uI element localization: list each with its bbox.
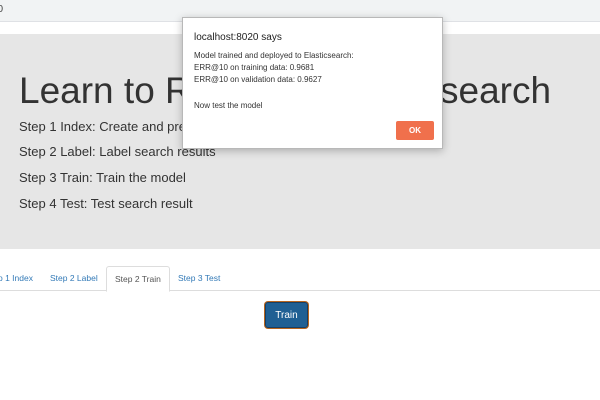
page-title-tail: search <box>440 70 552 111</box>
dialog-title: localhost:8020 says <box>194 32 282 43</box>
tab-step-3-test[interactable]: Step 3 Test <box>170 266 228 291</box>
page-title: Learn to R <box>19 70 192 111</box>
train-button[interactable]: Train <box>265 302 308 328</box>
step-index-text: Step 1 Index: Create and prepa <box>19 119 201 134</box>
tab-step-2-label[interactable]: Step 2 Label <box>42 266 106 291</box>
tab-step-1-index[interactable]: p 1 Index <box>0 266 41 291</box>
step-train-text: Step 3 Train: Train the model <box>19 170 186 185</box>
alert-dialog: localhost:8020 says Model trained and de… <box>182 17 443 149</box>
dialog-message-line: ERR@10 on validation data: 0.9627 <box>194 75 322 84</box>
dialog-message-line: ERR@10 on training data: 0.9681 <box>194 63 315 72</box>
tab-step-2-train[interactable]: Step 2 Train <box>106 266 170 292</box>
step-tabs: p 1 Index Step 2 Label Step 2 Train Step… <box>0 266 600 292</box>
step-test-text: Step 4 Test: Test search result <box>19 196 193 211</box>
ok-button[interactable]: OK <box>396 121 434 140</box>
dialog-message-line: Model trained and deployed to Elasticsea… <box>194 51 354 60</box>
dialog-message-line: Now test the model <box>194 101 263 110</box>
address-text: 20 <box>0 4 4 15</box>
